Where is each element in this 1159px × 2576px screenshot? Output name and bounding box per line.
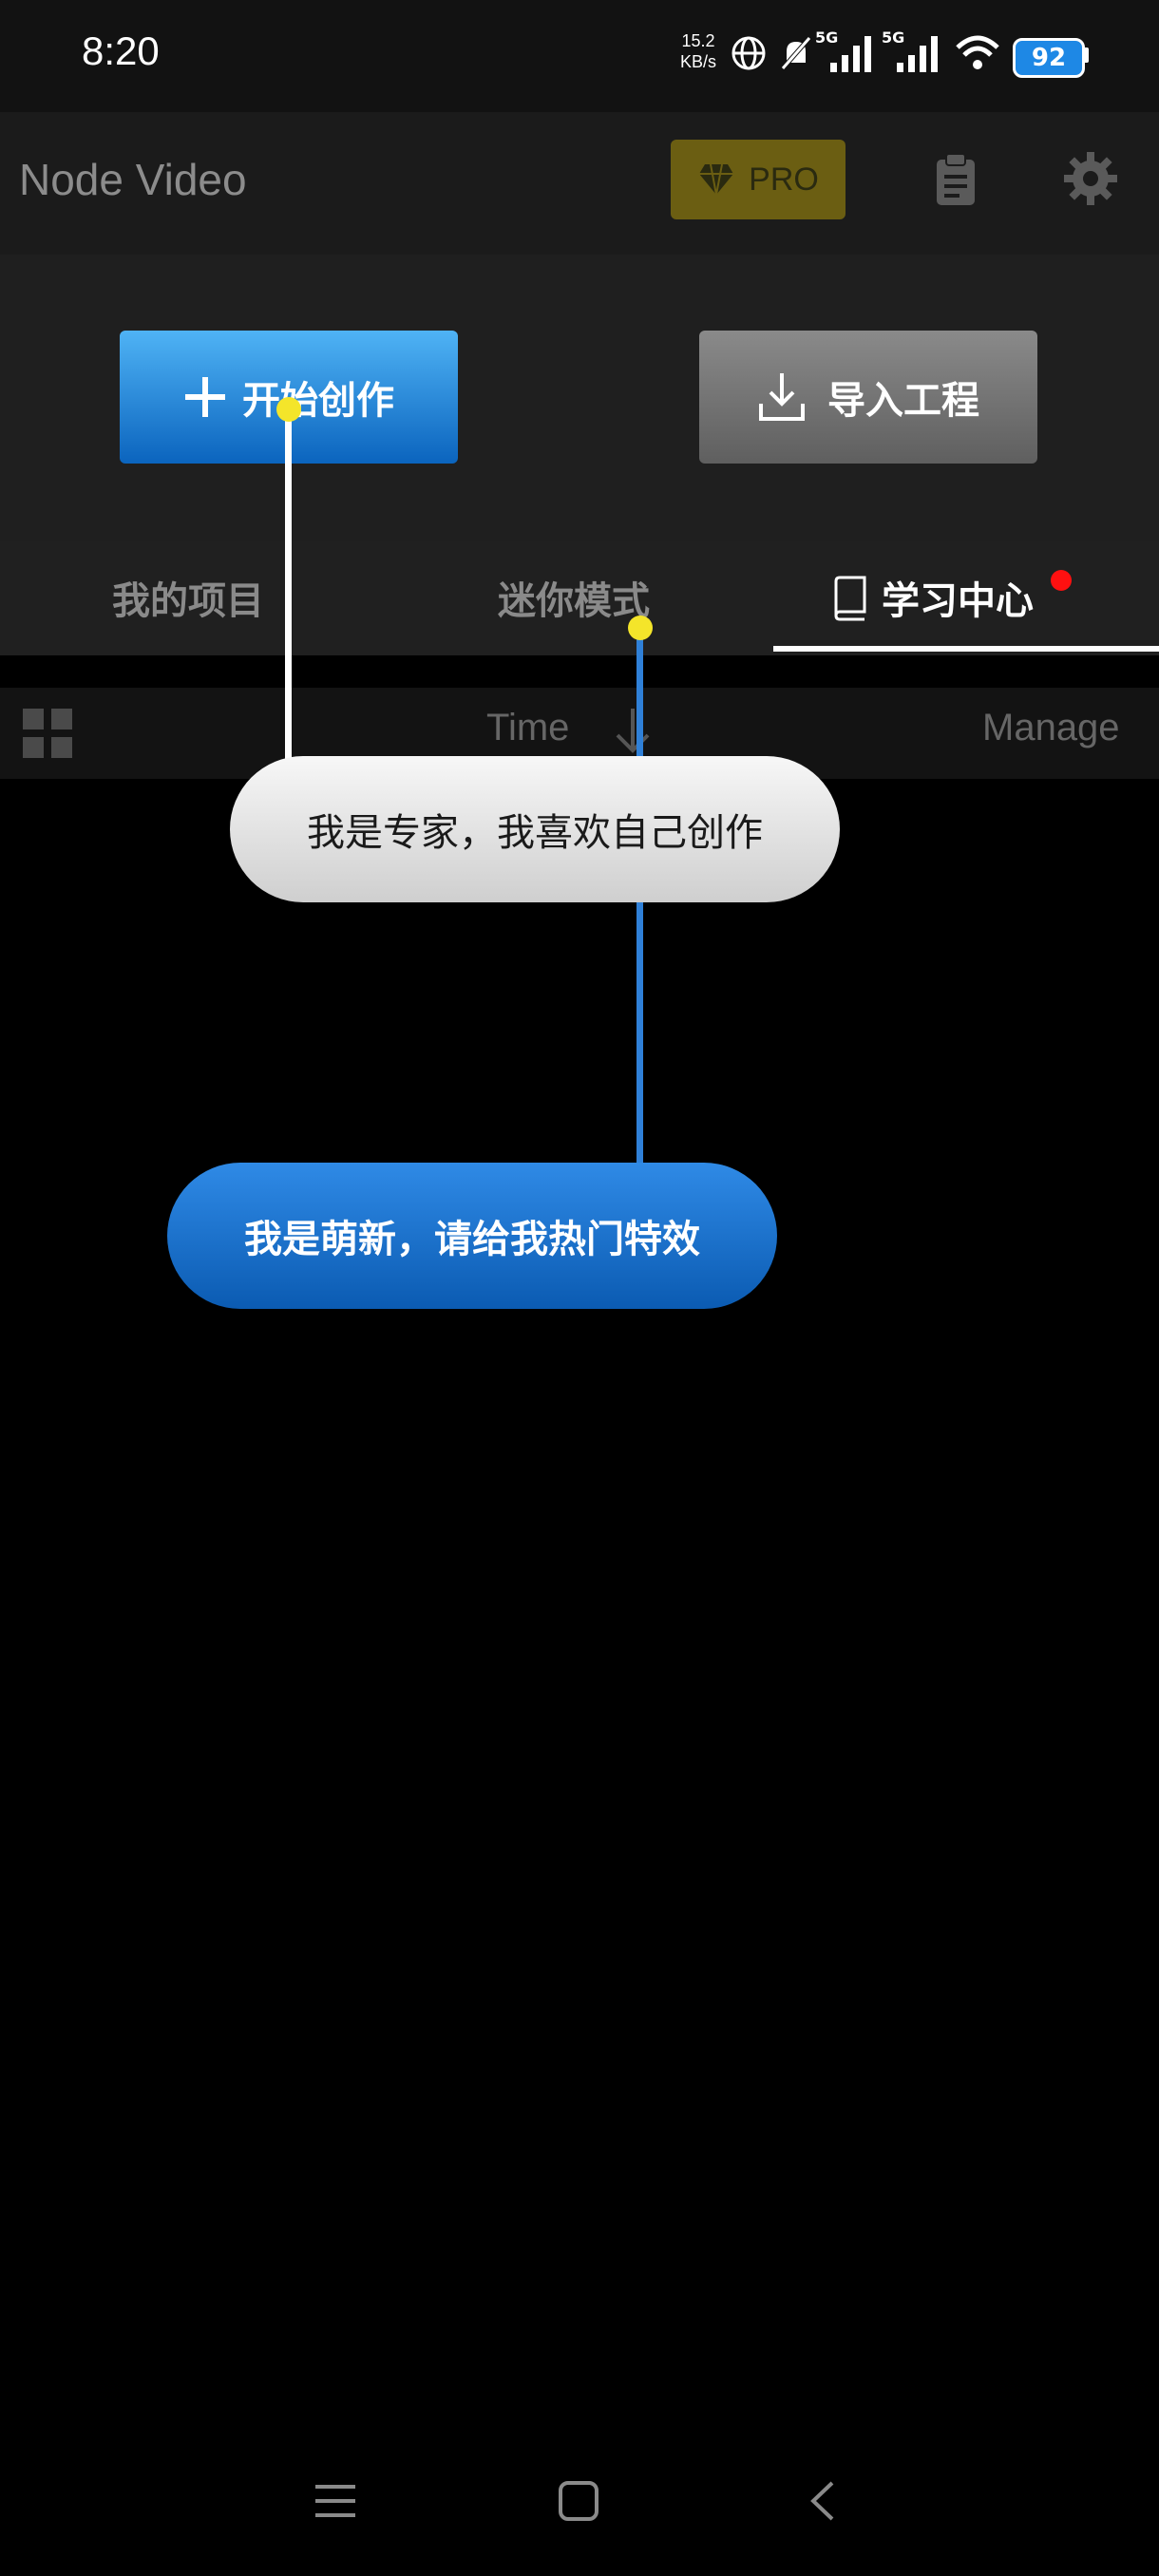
- tab-my-projects[interactable]: 我的项目: [112, 570, 264, 625]
- battery-icon: 92: [1013, 38, 1085, 78]
- app-title: Node Video: [19, 155, 247, 204]
- arrow-down-icon[interactable]: [612, 707, 654, 754]
- import-project-label: 导入工程: [827, 379, 979, 423]
- active-tab-indicator: [773, 646, 1159, 652]
- network-speed: 15.2 KB/s: [680, 30, 716, 72]
- download-icon: [759, 373, 805, 421]
- battery-tip: [1083, 47, 1089, 63]
- pro-label: PRO: [749, 161, 819, 198]
- network-speed-value: 15.2: [681, 31, 715, 50]
- start-creating-label: 开始创作: [242, 379, 394, 423]
- diamond-icon: [699, 163, 734, 196]
- newbie-option-button[interactable]: 我是萌新，请给我热门特效: [167, 1163, 777, 1309]
- expert-option-label: 我是专家，我喜欢自己创作: [307, 811, 763, 855]
- cell-signal-icon: [830, 36, 871, 72]
- bell-muted-icon: [781, 36, 811, 70]
- tab-learning-center-label: 学习中心: [882, 579, 1034, 623]
- menu-icon[interactable]: [314, 2479, 357, 2523]
- clipboard-icon[interactable]: [933, 152, 978, 207]
- cell-signal-icon: [897, 36, 938, 72]
- home-icon[interactable]: [557, 2479, 600, 2523]
- gear-icon[interactable]: [1062, 150, 1119, 207]
- globe-icon: [732, 36, 766, 70]
- guide-line-expert: [285, 410, 292, 764]
- tab-mini-mode[interactable]: 迷你模式: [498, 570, 650, 625]
- status-time: 8:20: [82, 28, 160, 73]
- network-speed-unit: KB/s: [680, 52, 717, 71]
- wifi-icon: [956, 35, 999, 69]
- newbie-option-label: 我是萌新，请给我热门特效: [244, 1218, 700, 1261]
- pro-button[interactable]: PRO: [671, 140, 846, 219]
- grid-view-icon[interactable]: [21, 707, 74, 760]
- tab-learning-center[interactable]: 学习中心: [834, 570, 1034, 625]
- book-icon: [834, 576, 866, 621]
- notification-badge: [1051, 570, 1072, 591]
- guide-pointer-mini-mode: [628, 616, 653, 640]
- back-icon[interactable]: [804, 2479, 842, 2523]
- import-project-button[interactable]: 导入工程: [699, 331, 1037, 464]
- plus-icon: [185, 377, 225, 417]
- guide-pointer-start: [276, 397, 301, 422]
- manage-button[interactable]: Manage: [982, 707, 1120, 749]
- battery-level: 92: [1031, 44, 1067, 72]
- sort-by-time[interactable]: Time: [486, 707, 569, 749]
- expert-option-button[interactable]: 我是专家，我喜欢自己创作: [230, 756, 840, 902]
